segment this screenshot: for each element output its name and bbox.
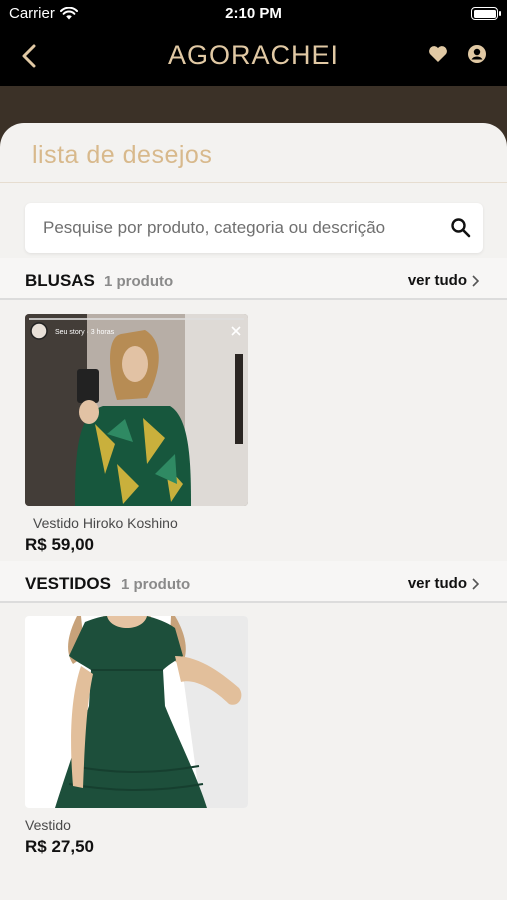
nav-bar: AGORACHEI <box>0 28 507 86</box>
chevron-right-icon <box>472 577 479 590</box>
wishlist-sheet: lista de desejos Pesquise por produto, c… <box>0 123 507 900</box>
product-image <box>25 616 248 808</box>
section-count: 1 produto <box>121 576 191 593</box>
product-name: Vestido Hiroko Koshino <box>33 515 178 531</box>
section-title: VESTIDOS <box>25 574 111 593</box>
product-image: Seu story · 3 horas <box>25 314 248 506</box>
section-header-vestidos: VESTIDOS 1 produto ver tudo <box>0 561 507 603</box>
product-card[interactable]: Seu story · 3 horas Vestido Hiroko Koshi… <box>25 314 248 555</box>
search-icon[interactable] <box>450 217 471 238</box>
battery-icon <box>471 7 501 20</box>
profile-button[interactable] <box>467 44 487 69</box>
see-all-link[interactable]: ver tudo <box>408 575 479 592</box>
wishlist-button[interactable] <box>428 45 448 68</box>
product-card[interactable]: Vestido R$ 27,50 <box>25 616 248 857</box>
chevron-right-icon <box>472 274 479 287</box>
product-price: R$ 59,00 <box>25 535 94 554</box>
search-placeholder: Pesquise por produto, categoria ou descr… <box>43 218 386 237</box>
heart-icon <box>429 46 447 62</box>
product-name: Vestido <box>25 817 71 833</box>
search-input[interactable]: Pesquise por produto, categoria ou descr… <box>25 203 483 253</box>
logo-part-2: CHEI <box>270 40 340 70</box>
section-header-blusas: BLUSAS 1 produto ver tudo <box>0 258 507 300</box>
page-title: lista de desejos <box>32 141 213 169</box>
image-overlay-text: Seu story · 3 horas <box>55 329 115 336</box>
user-icon <box>468 45 486 63</box>
see-all-link[interactable]: ver tudo <box>408 272 479 289</box>
section-title: BLUSAS <box>25 271 95 290</box>
section-count: 1 produto <box>104 273 174 290</box>
see-all-label: ver tudo <box>407 272 467 289</box>
status-bar: Carrier 2:10 PM <box>0 0 507 28</box>
see-all-label: ver tudo <box>407 575 467 592</box>
logo-part-1: AGORA <box>167 40 271 70</box>
status-time: 2:10 PM <box>225 5 282 22</box>
product-price: R$ 27,50 <box>25 837 94 856</box>
